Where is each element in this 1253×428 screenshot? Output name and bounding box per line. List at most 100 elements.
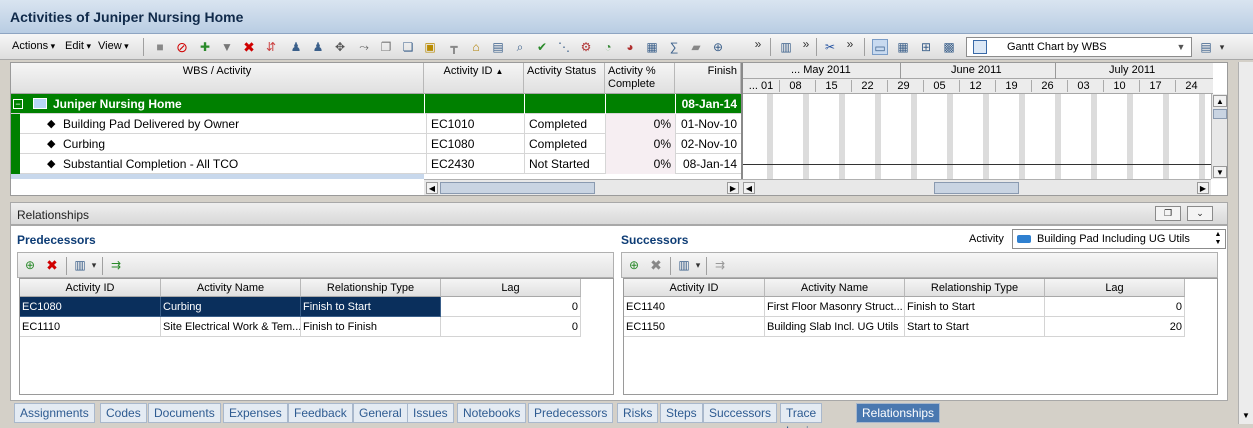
chevron-down-icon[interactable]: ▼: [1174, 40, 1188, 54]
column-header-lag[interactable]: Lag: [1045, 279, 1185, 297]
save-icon[interactable]: ■: [152, 39, 168, 55]
column-header-activity-status[interactable]: Activity Status: [524, 63, 605, 94]
tab-assignments[interactable]: Assignments: [14, 403, 95, 423]
edit-menu[interactable]: Edit: [65, 40, 91, 52]
tab-notebooks[interactable]: Notebooks: [457, 403, 527, 423]
columns-icon[interactable]: ▥: [778, 39, 794, 55]
actions-menu[interactable]: Actions: [12, 40, 55, 52]
add-activity-icon[interactable]: ✚: [197, 39, 213, 55]
usage-view-icon[interactable]: ▩: [941, 39, 957, 55]
tab-relationships[interactable]: Relationships: [856, 403, 941, 423]
table-row[interactable]: EC1140 First Floor Masonry Struct... Fin…: [624, 297, 1185, 317]
restore-icon[interactable]: ❐: [1155, 206, 1181, 221]
successor-lag[interactable]: 20: [1045, 317, 1185, 337]
scroll-up-icon[interactable]: ▲: [1213, 95, 1227, 107]
column-header-relationship-type[interactable]: Relationship Type: [905, 279, 1045, 297]
collapse-toggle-icon[interactable]: −: [13, 99, 23, 109]
predecessor-lag[interactable]: 0: [441, 297, 581, 317]
find-icon[interactable]: ⌕: [512, 39, 528, 55]
assign-resource-icon[interactable]: ♟: [288, 39, 304, 55]
toolbar-overflow-icon[interactable]: »: [842, 36, 858, 52]
folder-icon[interactable]: ▣: [422, 39, 438, 55]
home-icon[interactable]: ⌂: [468, 39, 484, 55]
screen-icon[interactable]: ▤: [490, 39, 506, 55]
column-header-lag[interactable]: Lag: [441, 279, 581, 297]
tab-codes[interactable]: Codes: [100, 403, 147, 423]
activity-selector[interactable]: Building Pad Including UG Utils ▲ ▼: [1012, 229, 1226, 249]
column-header-activity-id[interactable]: Activity ID: [20, 279, 161, 297]
tab-successors[interactable]: Successors: [703, 403, 778, 423]
view-menu[interactable]: View: [98, 40, 129, 52]
toolbar-overflow-icon[interactable]: »: [750, 36, 766, 52]
activity-row[interactable]: ◆ Curbing EC1080 Completed 0% 02-Nov-10: [11, 134, 741, 154]
spinner-up-icon[interactable]: ▲: [1212, 231, 1224, 239]
layout-options-icon[interactable]: ▤: [1198, 39, 1214, 55]
tab-general[interactable]: General: [353, 403, 408, 423]
network-view-icon[interactable]: ⊞: [918, 39, 934, 55]
window-vertical-scrollbar[interactable]: ▼: [1238, 62, 1253, 424]
add-predecessor-icon[interactable]: ⊕: [22, 257, 38, 273]
cancel-icon[interactable]: ⊘: [174, 39, 190, 55]
chevron-down-icon[interactable]: ▾: [86, 257, 102, 273]
table-row[interactable]: EC1110 Site Electrical Work & Tem... Fin…: [20, 317, 581, 337]
tab-expenses[interactable]: Expenses: [223, 403, 288, 423]
scroll-right-icon[interactable]: ▶: [1197, 182, 1209, 194]
assign-predecessor-icon[interactable]: ⇉: [108, 257, 124, 273]
globe-icon[interactable]: ⊕: [710, 39, 726, 55]
calculate-icon[interactable]: ∑: [666, 39, 682, 55]
grid-horizontal-scrollbar[interactable]: ◀ ▶: [424, 179, 741, 195]
table-view-icon[interactable]: ▦: [895, 39, 911, 55]
activity-row[interactable]: ◆ Building Pad Delivered by Owner EC1010…: [11, 114, 741, 134]
paste-icon[interactable]: ❏: [400, 39, 416, 55]
scroll-left-icon[interactable]: ◀: [743, 182, 755, 194]
scroll-down-icon[interactable]: ▼: [1240, 410, 1252, 422]
column-header-wbs[interactable]: WBS / Activity: [11, 63, 424, 94]
remove-successor-icon[interactable]: ✖: [648, 257, 664, 273]
add-successor-icon[interactable]: ⊕: [626, 257, 642, 273]
assign-icon[interactable]: ▼: [219, 39, 235, 55]
assign-successor-icon[interactable]: ⇉: [712, 257, 728, 273]
scroll-thumb[interactable]: [1213, 109, 1227, 119]
check-icon[interactable]: ✔: [534, 39, 550, 55]
level-icon[interactable]: ◔: [600, 39, 616, 55]
activity-row[interactable]: ◆ Substantial Completion - All TCO EC243…: [11, 154, 741, 174]
network-icon[interactable]: ⋱: [556, 39, 572, 55]
remove-predecessor-icon[interactable]: ✖: [44, 257, 60, 273]
tab-risks[interactable]: Risks: [617, 403, 659, 423]
calendar-icon[interactable]: ▦: [644, 39, 660, 55]
progress-icon[interactable]: ◕: [622, 39, 638, 55]
collapse-panel-icon[interactable]: ⌄: [1187, 206, 1213, 221]
tab-predecessors[interactable]: Predecessors: [528, 403, 614, 423]
column-header-activity-id[interactable]: Activity ID: [624, 279, 765, 297]
tab-feedback[interactable]: Feedback: [288, 403, 353, 423]
assign-role-icon[interactable]: ♟: [310, 39, 326, 55]
column-header-relationship-type[interactable]: Relationship Type: [301, 279, 441, 297]
column-header-finish[interactable]: Finish: [675, 63, 741, 94]
tab-documents[interactable]: Documents: [148, 403, 221, 423]
predecessor-lag[interactable]: 0: [441, 317, 581, 337]
schedule-icon[interactable]: ⚙: [578, 39, 594, 55]
gantt-view-icon[interactable]: ▭: [872, 39, 888, 55]
scroll-right-icon[interactable]: ▶: [727, 182, 739, 194]
gantt-chart[interactable]: ... May 2011 June 2011 July 2011 ... 01 …: [741, 63, 1213, 179]
column-header-activity-name[interactable]: Activity Name: [765, 279, 905, 297]
scroll-down-icon[interactable]: ▼: [1213, 166, 1227, 178]
successor-lag[interactable]: 0: [1045, 297, 1185, 317]
scroll-thumb[interactable]: [440, 182, 595, 194]
column-header-activity-name[interactable]: Activity Name: [161, 279, 301, 297]
gantt-horizontal-scrollbar[interactable]: ◀ ▶: [741, 179, 1211, 195]
layout-select[interactable]: Gantt Chart by WBS ▼: [966, 37, 1192, 57]
store-icon[interactable]: ▰: [688, 39, 704, 55]
scroll-thumb[interactable]: [934, 182, 1019, 194]
tab-steps[interactable]: Steps: [660, 403, 703, 423]
column-header-percent-complete[interactable]: Activity % Complete: [605, 63, 675, 94]
gantt-vertical-scrollbar[interactable]: ▲ ▼: [1211, 94, 1227, 179]
table-row[interactable]: EC1080 Curbing Finish to Start 0: [20, 297, 581, 317]
column-header-activity-id[interactable]: Activity ID ▲: [424, 63, 524, 94]
delete-icon[interactable]: ✖: [241, 39, 257, 55]
toolbar-overflow-icon[interactable]: »: [798, 36, 814, 52]
cut-activity-icon[interactable]: ⇵: [263, 39, 279, 55]
chevron-down-icon[interactable]: ▾: [690, 257, 706, 273]
table-row[interactable]: EC1150 Building Slab Incl. UG Utils Star…: [624, 317, 1185, 337]
spinner-down-icon[interactable]: ▼: [1212, 239, 1224, 247]
